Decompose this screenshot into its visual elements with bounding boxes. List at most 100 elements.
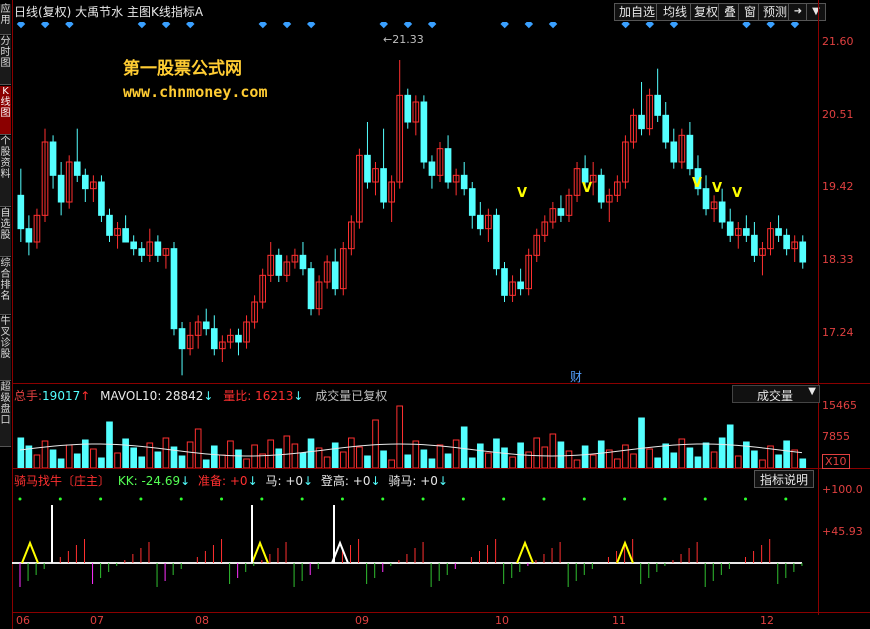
sidebar-tab[interactable]: 分时图: [0, 36, 11, 85]
volume-bar: [654, 457, 661, 468]
candle-body: [130, 241, 137, 250]
date-tick: 08: [195, 614, 209, 627]
toolbar-button[interactable]: 加自选: [614, 3, 660, 21]
candle-body: [654, 94, 661, 116]
signal-diamond: [306, 22, 316, 29]
ratio-label: 量比:: [223, 389, 252, 403]
candle-body: [783, 234, 790, 250]
top-dot: [381, 497, 385, 501]
volume-bar: [122, 438, 129, 468]
triangle-signal: [516, 540, 534, 564]
indicator-help-button[interactable]: 指标说明: [754, 470, 815, 488]
volume-scale: X10: [822, 454, 850, 469]
sidebar-tab[interactable]: 自选股: [0, 208, 11, 257]
indicator-chart[interactable]: [12, 487, 818, 611]
sidebar-tab[interactable]: K线图: [0, 86, 11, 135]
volume-bar: [49, 449, 57, 468]
candle-body: [17, 194, 25, 230]
volume-bar: [323, 456, 331, 468]
candle-body: [154, 241, 162, 256]
volume-bar: [420, 449, 428, 468]
candle-body: [444, 148, 452, 183]
candle-body: [670, 141, 678, 163]
volume-bar: [219, 454, 226, 468]
signal-diamond: [379, 22, 388, 29]
candle-body: [138, 248, 146, 256]
volume-bar: [485, 452, 492, 468]
candle-body: [170, 248, 178, 330]
volume-bar: [436, 444, 444, 468]
chevron-down-icon: ▼: [808, 386, 816, 397]
volume-bar: [759, 459, 766, 468]
chevron-down-icon[interactable]: ▼: [806, 3, 826, 21]
top-dot: [99, 497, 103, 501]
triangle-signal: [21, 540, 39, 564]
signal-diamond: [500, 22, 509, 29]
candle-body: [581, 168, 589, 183]
volume-bar: [670, 452, 678, 468]
watermark-title: 第一股票公式网: [123, 59, 242, 79]
candle-body: [210, 328, 218, 350]
volume-bar: [251, 444, 258, 468]
volume-bar: [267, 439, 275, 468]
date-tick: 09: [355, 614, 369, 627]
volume-tick: 7855: [822, 430, 850, 443]
top-dot: [703, 497, 707, 501]
volume-bar: [243, 458, 250, 468]
pattern-marker: V: [732, 186, 742, 201]
volume-bar: [210, 445, 218, 468]
candle-body: [686, 134, 694, 170]
top-dot: [502, 497, 506, 501]
price-tick: 21.60: [822, 35, 854, 48]
volume-bar: [98, 457, 105, 468]
signal-diamond: [790, 22, 800, 29]
sidebar-tab[interactable]: 应用: [0, 4, 11, 35]
volume-chart[interactable]: [12, 402, 818, 468]
volume-bar: [678, 438, 686, 468]
volume-bar: [573, 459, 581, 468]
top-dot: [784, 497, 788, 501]
sidebar-tab[interactable]: 综合排名: [0, 258, 11, 315]
top-dot: [582, 497, 586, 501]
volume-bar: [549, 433, 557, 468]
volume-bar: [694, 456, 702, 468]
toolbar-button[interactable]: 预测: [758, 3, 792, 21]
volume-bar: [614, 458, 621, 468]
toolbar-button[interactable]: 均线: [656, 3, 694, 21]
price-tick: 18.33: [822, 253, 854, 266]
candle-body: [468, 188, 476, 216]
signal-diamond: [186, 22, 195, 29]
sidebar-tab[interactable]: 牛叉诊股: [0, 316, 11, 381]
candle-body: [81, 174, 89, 190]
candle-body: [299, 254, 307, 270]
volume-bar: [227, 440, 234, 468]
sidebar-tab[interactable]: 超级盘口: [0, 382, 11, 447]
top-dot: [542, 497, 546, 501]
price-axis-line: [818, 0, 819, 615]
separator-indicator: [12, 468, 870, 469]
triangle-signal: [251, 540, 269, 564]
volume-bar: [468, 457, 476, 468]
candle-body: [597, 174, 605, 203]
top-dot: [421, 497, 425, 501]
top-dot: [58, 497, 62, 501]
total-label: 总手:: [14, 389, 43, 403]
candle-body: [743, 228, 750, 236]
volume-bar: [235, 449, 242, 468]
signal-diamond: [65, 22, 74, 29]
pattern-marker: V: [582, 181, 592, 196]
volume-bar: [541, 446, 549, 468]
candle-body: [718, 201, 726, 223]
arrow-right-icon[interactable]: ➜: [788, 3, 808, 21]
separator-volume: [12, 383, 870, 384]
volume-selector[interactable]: 成交量 ▼: [732, 385, 820, 403]
volume-bar: [307, 438, 315, 468]
candle-body: [364, 154, 371, 183]
chart-title: 日线(复权) 大禹节水 主图K线指标A: [14, 5, 204, 19]
down-arrow-icon: ↓: [180, 474, 191, 488]
sidebar-tab[interactable]: 个股资料: [0, 136, 11, 207]
volume-bar: [194, 428, 202, 468]
candle-body: [557, 208, 565, 216]
top-dot: [461, 497, 465, 501]
candle-body: [517, 281, 524, 290]
